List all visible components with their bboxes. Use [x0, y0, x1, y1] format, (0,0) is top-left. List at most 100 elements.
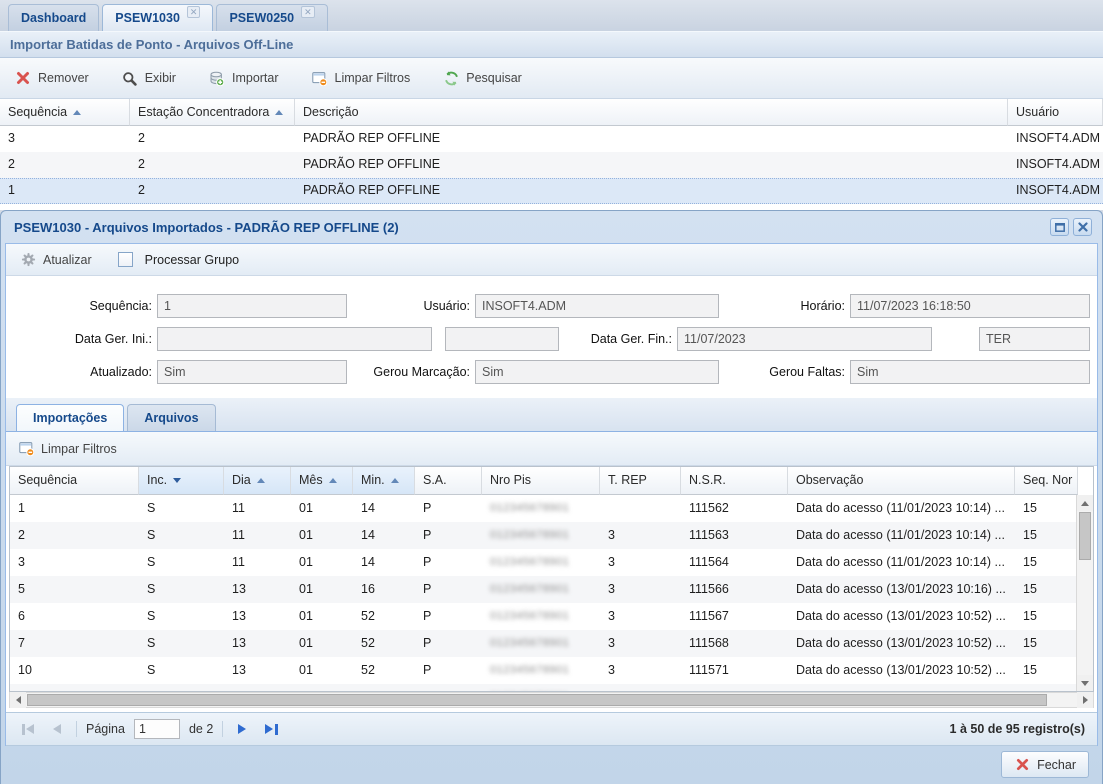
column-header-t-rep[interactable]: T. REP: [600, 467, 681, 495]
table-row[interactable]: 12PADRÃO REP OFFLINEINSOFT4.ADM: [0, 178, 1103, 204]
table-cell: 012345678901: [482, 657, 600, 684]
page-number-input[interactable]: [134, 719, 180, 739]
tab-close-icon[interactable]: ✕: [187, 6, 201, 18]
first-page-button[interactable]: [18, 724, 38, 735]
atualizado-field[interactable]: Sim: [157, 360, 347, 384]
table-cell: 2: [130, 179, 295, 203]
table-row[interactable]: 3S110114P0123456789013111564Data do aces…: [10, 549, 1076, 576]
fechar-button[interactable]: Fechar: [1001, 751, 1089, 778]
horizontal-scroll-thumb[interactable]: [27, 694, 1047, 706]
limpar-filtros-button[interactable]: Limpar Filtros: [18, 441, 117, 457]
gerou-faltas-field[interactable]: Sim: [850, 360, 1090, 384]
exibir-button[interactable]: Exibir: [122, 70, 176, 86]
usuario-field[interactable]: INSOFT4.ADM: [475, 294, 719, 318]
table-cell: Data do acesso (11/01/2023 10:14) ...: [788, 549, 1015, 576]
table-cell: 52: [353, 657, 415, 684]
table-row[interactable]: 7S130152P0123456789013111568Data do aces…: [10, 630, 1076, 657]
table-row[interactable]: 8S130152P0123456789013111569Data do aces…: [10, 684, 1076, 691]
column-header-seq-nor[interactable]: Seq. Nor: [1015, 467, 1078, 495]
table-row[interactable]: 22PADRÃO REP OFFLINEINSOFT4.ADM: [0, 152, 1103, 178]
processar-grupo-checkbox[interactable]: [118, 252, 133, 267]
table-cell: 6: [10, 603, 139, 630]
sequencia-label: Sequência:: [6, 294, 152, 318]
pesquisar-button[interactable]: Pesquisar: [443, 70, 522, 86]
column-header-descri-o[interactable]: Descrição: [295, 99, 1008, 126]
column-header-s-a[interactable]: S.A.: [415, 467, 482, 495]
data-ger-ini-field[interactable]: [157, 327, 432, 351]
records-summary: 1 à 50 de 95 registro(s): [950, 722, 1085, 736]
table-cell: P: [415, 576, 482, 603]
table-cell: Data do acesso (13/01/2023 10:52) ...: [788, 657, 1015, 684]
importacoes-toolbar: Limpar Filtros: [6, 432, 1097, 466]
table-row[interactable]: 2S110114P0123456789013111563Data do aces…: [10, 522, 1076, 549]
limpar-filtros-button[interactable]: Limpar Filtros: [312, 70, 411, 86]
column-header-dia[interactable]: Dia: [224, 467, 291, 495]
importar-button[interactable]: Importar: [209, 70, 279, 86]
table-cell: 2: [130, 126, 295, 152]
vertical-scroll-thumb[interactable]: [1079, 512, 1091, 560]
scroll-up-icon[interactable]: [1077, 495, 1093, 511]
table-cell: 012345678901: [482, 630, 600, 657]
main-tab-psew0250[interactable]: PSEW0250✕: [216, 4, 327, 31]
separator: [76, 721, 77, 737]
atualizar-button[interactable]: Atualizar: [20, 252, 92, 268]
tab-importa-es[interactable]: Importações: [16, 404, 124, 431]
table-cell: 111562: [681, 495, 788, 522]
remover-button[interactable]: Remover: [15, 70, 89, 86]
data-ger-fin-field[interactable]: 11/07/2023: [677, 327, 932, 351]
scroll-left-icon[interactable]: [10, 692, 26, 708]
table-row[interactable]: 32PADRÃO REP OFFLINEINSOFT4.ADM: [0, 126, 1103, 152]
table-cell: 14: [353, 549, 415, 576]
horario-field[interactable]: 11/07/2023 16:18:50: [850, 294, 1090, 318]
column-header-inc[interactable]: Inc.: [139, 467, 224, 495]
column-header-esta-o-concentradora[interactable]: Estação Concentradora: [130, 99, 295, 126]
button-label: Remover: [38, 71, 89, 85]
table-cell: 13: [224, 603, 291, 630]
column-header-usu-rio[interactable]: Usuário: [1008, 99, 1103, 126]
vertical-scrollbar[interactable]: [1076, 495, 1093, 691]
maximize-icon[interactable]: [1050, 218, 1069, 236]
table-row[interactable]: 6S130152P0123456789013111567Data do aces…: [10, 603, 1076, 630]
gerou-marcacao-field[interactable]: Sim: [475, 360, 719, 384]
main-tab-dashboard[interactable]: Dashboard: [8, 4, 99, 31]
column-header-m-s[interactable]: Mês: [291, 467, 353, 495]
table-cell: 10: [10, 657, 139, 684]
column-header-sequ-ncia[interactable]: Sequência: [10, 467, 139, 495]
data-ger-ini-aux-field[interactable]: [445, 327, 559, 351]
next-page-button[interactable]: [232, 724, 252, 734]
horizontal-scrollbar[interactable]: [9, 692, 1094, 708]
scroll-right-icon[interactable]: [1077, 692, 1093, 708]
table-cell: 2: [0, 152, 130, 178]
table-cell: 111571: [681, 657, 788, 684]
scroll-down-icon[interactable]: [1077, 675, 1093, 691]
column-header-sequ-ncia[interactable]: Sequência: [0, 99, 130, 126]
magnifier-icon: [122, 70, 138, 86]
table-cell: 01: [291, 576, 353, 603]
table-cell: PADRÃO REP OFFLINE: [295, 126, 1008, 152]
column-header-n-s-r[interactable]: N.S.R.: [681, 467, 788, 495]
page-title: Importar Batidas de Ponto - Arquivos Off…: [0, 31, 1103, 58]
table-cell: INSOFT4.ADM: [1008, 152, 1103, 178]
main-tab-psew1030[interactable]: PSEW1030✕: [102, 4, 213, 31]
close-red-x-icon: [1014, 757, 1030, 773]
data-ger-ini-label: Data Ger. Ini.:: [6, 327, 152, 351]
refresh-search-icon: [443, 70, 459, 86]
table-cell: 13: [224, 657, 291, 684]
weekday-field[interactable]: TER: [979, 327, 1090, 351]
table-row[interactable]: 10S130152P0123456789013111571Data do ace…: [10, 657, 1076, 684]
clear-filters-icon: [18, 441, 34, 457]
last-page-button[interactable]: [261, 724, 281, 735]
column-header-min[interactable]: Min.: [353, 467, 415, 495]
table-cell: P: [415, 549, 482, 576]
tab-close-icon[interactable]: ✕: [301, 6, 315, 18]
tab-arquivos[interactable]: Arquivos: [127, 404, 215, 431]
table-row[interactable]: 5S130116P0123456789013111566Data do aces…: [10, 576, 1076, 603]
table-row[interactable]: 1S110114P012345678901111562Data do acess…: [10, 495, 1076, 522]
gerou-marcacao-label: Gerou Marcação:: [320, 360, 470, 384]
table-cell: P: [415, 657, 482, 684]
close-icon[interactable]: [1073, 218, 1092, 236]
previous-page-button[interactable]: [47, 724, 67, 734]
sequencia-field[interactable]: 1: [157, 294, 347, 318]
column-header-observa-o[interactable]: Observação: [788, 467, 1015, 495]
column-header-nro-pis[interactable]: Nro Pis: [482, 467, 600, 495]
